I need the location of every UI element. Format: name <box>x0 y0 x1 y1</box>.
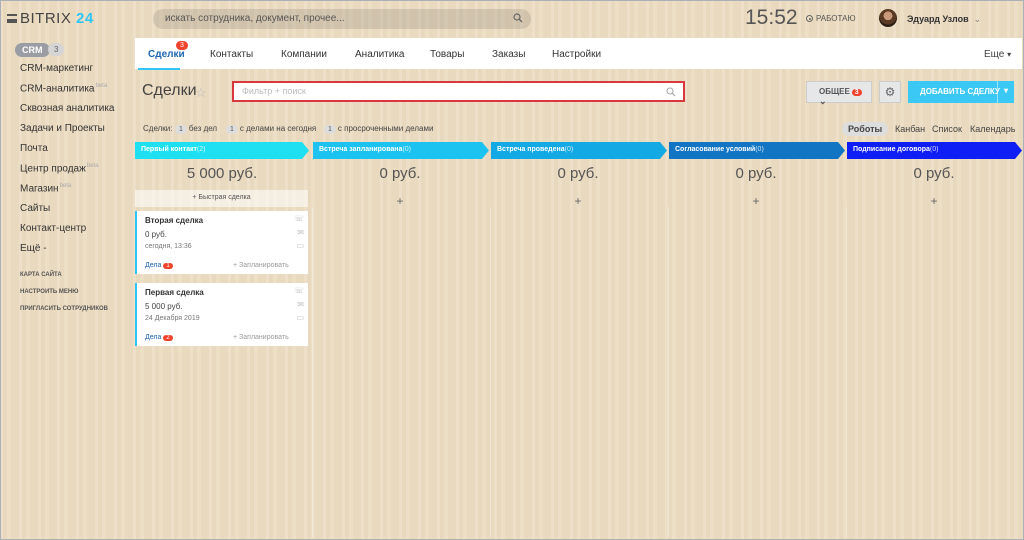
avatar[interactable] <box>879 9 897 27</box>
sidebar-item[interactable]: Центр продажbeta <box>20 163 99 174</box>
tab-3[interactable]: Аналитика <box>355 49 405 60</box>
quick-deal-button[interactable]: + Быстрая сделка <box>135 190 308 207</box>
counter-badge: 1 <box>226 125 238 134</box>
counter-filter[interactable]: 1 без дел <box>173 124 217 134</box>
user-menu[interactable]: Эдуард Узлов ⌄ <box>907 14 981 25</box>
sidebar-item[interactable]: Ещё - <box>20 243 47 254</box>
stage-header[interactable]: Встреча проведена(0) <box>491 142 667 159</box>
deal-date: 24 Декабря 2019 <box>145 315 200 322</box>
sidebar-item[interactable]: Сайты <box>20 203 50 214</box>
filter-search-input[interactable]: Фильтр + поиск <box>232 81 685 102</box>
sidebar-item[interactable]: Сквозная аналитика <box>20 103 115 114</box>
logo[interactable]: BITRIX 24 <box>20 10 94 27</box>
stage-sum: 0 руб. <box>913 165 955 182</box>
view-1[interactable]: Канбан <box>895 124 925 134</box>
filter-placeholder: Фильтр + поиск <box>242 86 306 96</box>
mail-icon[interactable]: ✉ <box>297 228 304 237</box>
sidebar-link[interactable]: ПРИГЛАСИТЬ СОТРУДНИКОВ <box>20 306 108 312</box>
deal-name[interactable]: Вторая сделка <box>145 216 203 225</box>
stage-sum: 5 000 руб. <box>186 165 258 182</box>
chat-icon[interactable]: ▭ <box>296 313 304 322</box>
counters-prefix: Сделки: <box>143 124 173 133</box>
view-2[interactable]: Список <box>932 124 962 134</box>
stage-sum: 0 руб. <box>557 165 599 182</box>
status-icon <box>806 15 813 22</box>
search-input[interactable]: искать сотрудника, документ, прочее... <box>153 9 531 29</box>
tasks-badge: 2 <box>163 335 173 341</box>
deal-amount: 0 руб. <box>145 230 167 239</box>
search-placeholder: искать сотрудника, документ, прочее... <box>165 13 345 24</box>
page-title: Сделки <box>142 82 197 99</box>
add-deal-plus[interactable]: + <box>315 194 485 208</box>
star-icon[interactable]: ☆ <box>195 85 207 101</box>
add-deal-plus[interactable]: + <box>493 194 663 208</box>
sidebar-item[interactable]: Задачи и Проекты <box>20 123 105 134</box>
search-icon <box>513 13 523 23</box>
mail-icon[interactable]: ✉ <box>297 300 304 309</box>
tab-5[interactable]: Заказы <box>492 49 525 60</box>
stage-sum: 0 руб. <box>735 165 777 182</box>
view-3[interactable]: Календарь <box>970 124 1015 134</box>
sidebar-item[interactable]: Контакт-центр <box>20 223 86 234</box>
more-tabs-button[interactable]: Еще ▾ <box>984 49 1011 60</box>
sidebar-item[interactable]: Почта <box>20 143 48 154</box>
clock: 15:52 <box>745 6 798 29</box>
add-deal-plus[interactable]: + <box>849 194 1019 208</box>
menu-icon[interactable] <box>7 14 17 23</box>
chevron-down-icon: ⌄ <box>973 14 982 24</box>
phone-icon[interactable]: ☏ <box>294 214 304 223</box>
deal-card[interactable]: Вторая сделка 0 руб. сегодня, 13:36 Дела 1 + … <box>135 211 308 274</box>
sidebar-link[interactable]: НАСТРОИТЬ МЕНЮ <box>20 289 78 295</box>
chevron-down-icon: ⌄ <box>819 96 827 106</box>
deal-name[interactable]: Первая сделка <box>145 288 204 297</box>
tab-1[interactable]: Контакты <box>210 49 253 60</box>
deal-amount: 5 000 руб. <box>145 302 183 311</box>
view-0[interactable]: Роботы <box>842 122 889 136</box>
counter-badge: 1 <box>175 125 187 134</box>
add-deal-button[interactable]: ДОБАВИТЬ СДЕЛКУ ▾ <box>908 81 1014 103</box>
stage-header[interactable]: Согласование условий(0) <box>669 142 845 159</box>
plan-link[interactable]: + Запланировать <box>233 334 289 341</box>
active-tab-underline <box>138 68 180 70</box>
column-divider <box>846 207 847 537</box>
deal-tasks-link[interactable]: Дела 2 <box>145 334 173 341</box>
tab-2[interactable]: Компании <box>281 49 327 60</box>
deal-card[interactable]: Первая сделка 5 000 руб. 24 Декабря 2019 Де… <box>135 283 308 346</box>
column-divider <box>312 207 313 537</box>
category-badge: 3 <box>851 89 862 96</box>
column-divider <box>490 207 491 537</box>
stage-header[interactable]: Подписание договора(0) <box>847 142 1022 159</box>
counter-filter[interactable]: 1с просроченными делами <box>322 124 433 134</box>
crm-count-badge: 3 <box>48 43 65 56</box>
sidebar-item-crm[interactable]: CRM <box>15 43 50 57</box>
search-icon <box>666 87 676 97</box>
sidebar-link[interactable]: КАРТА САЙТА <box>20 272 62 278</box>
category-button[interactable]: ОБЩЕЕ 3 ⌄ <box>806 81 872 106</box>
plan-link[interactable]: + Запланировать <box>233 262 289 269</box>
tasks-badge: 1 <box>163 263 173 269</box>
tab-4[interactable]: Товары <box>430 49 464 60</box>
deal-tasks-link[interactable]: Дела 1 <box>145 262 173 269</box>
counter-badge: 1 <box>324 125 336 134</box>
add-deal-dropdown[interactable]: ▾ <box>997 81 1014 103</box>
add-deal-plus[interactable]: + <box>671 194 841 208</box>
stage-header[interactable]: Встреча запланирована(0) <box>313 142 489 159</box>
tab-badge: 3 <box>176 41 188 50</box>
stage-sum: 0 руб. <box>379 165 421 182</box>
counter-filter[interactable]: 1с делами на сегодня <box>224 124 316 134</box>
sidebar-item[interactable]: CRM-аналитикаbeta <box>20 83 107 94</box>
column-divider <box>668 207 669 537</box>
sidebar-item[interactable]: CRM-маркетинг <box>20 63 93 74</box>
tab-0[interactable]: Сделки <box>148 49 185 60</box>
stage-header[interactable]: Первый контакт(2) <box>135 142 309 159</box>
tab-6[interactable]: Настройки <box>552 49 601 60</box>
deal-date: сегодня, 13:36 <box>145 243 192 250</box>
gear-icon[interactable]: ⚙ <box>879 81 901 103</box>
chevron-down-icon: ▾ <box>1007 50 1012 59</box>
work-status[interactable]: РАБОТАЮ <box>806 14 856 23</box>
chat-icon[interactable]: ▭ <box>296 241 304 250</box>
sidebar-item[interactable]: Магазинbeta <box>20 183 71 194</box>
phone-icon[interactable]: ☏ <box>294 286 304 295</box>
